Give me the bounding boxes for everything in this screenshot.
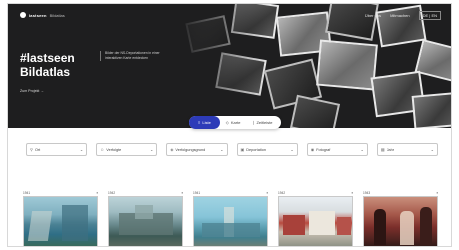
card-meta: 1942 ▪ xyxy=(108,190,183,195)
hero-title: #lastseen Bildatlas xyxy=(20,51,75,79)
page-frame: lastseen Bildatlas Über uns Mitmachen DE… xyxy=(7,3,452,247)
logo-icon xyxy=(20,12,26,18)
tab-timeline[interactable]: ∣ Zeitleiste xyxy=(246,116,278,129)
photo-card[interactable]: 1941 ▪ xyxy=(23,190,98,246)
logo-subtitle: Bildatlas xyxy=(49,12,65,18)
hero-banner: lastseen Bildatlas Über uns Mitmachen DE… xyxy=(8,4,451,128)
list-icon: ≡ xyxy=(198,120,201,125)
filter-bar: ⚲ Ort ⌄ ☺ Verfolgte ⌄ ◈ Verfolgungsgrund… xyxy=(26,143,439,156)
photo-thumbnail[interactable] xyxy=(278,196,353,246)
photo-card[interactable]: 1942 ▪ xyxy=(108,190,183,246)
filter-label: Verfolgte xyxy=(106,147,122,152)
chevron-down-icon: ⌄ xyxy=(430,147,435,152)
chevron-down-icon: ⌄ xyxy=(290,147,294,152)
photo-thumbnail[interactable] xyxy=(363,196,438,246)
hero-title-line1: #lastseen xyxy=(20,51,75,65)
chevron-down-icon: ⌄ xyxy=(220,147,224,152)
card-date: 1943 xyxy=(363,190,371,195)
card-date: 1942 xyxy=(278,190,286,195)
filter-location[interactable]: ⚲ Ort ⌄ xyxy=(26,143,88,156)
bookmark-icon[interactable]: ▪ xyxy=(267,190,268,195)
filter-photographer[interactable]: ◉ Fotograf ⌄ xyxy=(306,143,368,156)
filter-label: Ort xyxy=(34,147,41,152)
tab-list-label: Liste xyxy=(202,120,211,125)
card-meta: 1943 ▪ xyxy=(363,190,438,195)
filter-label: Deportation xyxy=(246,147,266,152)
card-meta: 1941 ▪ xyxy=(23,190,98,195)
photo-card[interactable]: 1942 ▪ xyxy=(278,190,353,246)
hero-title-line2: Bildatlas xyxy=(20,65,71,79)
card-meta: 1942 ▪ xyxy=(278,190,353,195)
hero-project-link[interactable]: Zum Projekt → xyxy=(20,89,44,93)
hero-fade xyxy=(158,4,268,128)
filter-deportation[interactable]: ▣ Deportation ⌄ xyxy=(236,143,298,156)
view-tabs: ≡ Liste ◇ Karte ∣ Zeitleiste xyxy=(189,116,282,129)
photo-card[interactable]: 1943 ▪ xyxy=(363,190,438,246)
language-switch[interactable]: DE | EN xyxy=(418,11,441,20)
filter-label: Verfolgungsgrund xyxy=(175,147,206,152)
nav-about-link[interactable]: Über uns xyxy=(365,13,381,18)
tab-map[interactable]: ◇ Karte xyxy=(220,116,247,129)
filter-year[interactable]: ▦ Jahr ⌄ xyxy=(376,143,439,156)
top-nav: Über uns Mitmachen DE | EN xyxy=(365,11,441,20)
card-date: 1941 xyxy=(193,190,201,195)
tab-map-label: Karte xyxy=(230,120,241,125)
card-date: 1942 xyxy=(108,190,116,195)
photo-thumbnail[interactable] xyxy=(108,196,183,246)
tag-icon: ◈ xyxy=(170,147,174,152)
chevron-down-icon: ⌄ xyxy=(79,147,84,152)
chevron-down-icon: ⌄ xyxy=(360,147,364,152)
card-meta: 1941 ▪ xyxy=(193,190,268,195)
site-logo[interactable]: lastseen Bildatlas xyxy=(20,12,65,18)
hero-link-label: Zum Projekt xyxy=(20,89,40,93)
hero-description: Bilder der NS-Deportationen in einer int… xyxy=(100,51,162,61)
filter-persecuted[interactable]: ☺ Verfolgte ⌄ xyxy=(96,143,158,156)
photo-card[interactable]: 1941 ▪ xyxy=(193,190,268,246)
tab-timeline-label: Zeitleiste xyxy=(256,120,273,125)
logo-text: lastseen xyxy=(29,12,47,18)
chevron-down-icon: ⌄ xyxy=(149,147,154,152)
train-icon: ▣ xyxy=(240,147,245,152)
calendar-icon: ▦ xyxy=(380,147,385,152)
filter-label: Fotograf xyxy=(316,147,331,152)
arrow-right-icon: → xyxy=(40,89,44,93)
person-icon: ☺ xyxy=(100,147,105,152)
camera-icon: ◉ xyxy=(310,147,315,152)
filter-label: Jahr xyxy=(386,147,395,152)
pin-icon: ⚲ xyxy=(30,147,33,152)
timeline-icon: ∣ xyxy=(252,120,255,125)
bookmark-icon[interactable]: ▪ xyxy=(437,190,438,195)
bookmark-icon[interactable]: ▪ xyxy=(97,190,98,195)
map-icon: ◇ xyxy=(225,120,229,125)
photo-thumbnail[interactable] xyxy=(23,196,98,246)
photo-thumbnail[interactable] xyxy=(193,196,268,246)
bookmark-icon[interactable]: ▪ xyxy=(352,190,353,195)
nav-participate-link[interactable]: Mitmachen xyxy=(390,13,410,18)
tab-list[interactable]: ≡ Liste xyxy=(189,116,220,129)
bookmark-icon[interactable]: ▪ xyxy=(182,190,183,195)
card-date: 1941 xyxy=(23,190,31,195)
photo-grid: 1941 ▪ 1942 ▪ 1941 ▪ 1942 ▪ 1943 ▪ xyxy=(23,190,440,246)
filter-reason[interactable]: ◈ Verfolgungsgrund ⌄ xyxy=(166,143,228,156)
